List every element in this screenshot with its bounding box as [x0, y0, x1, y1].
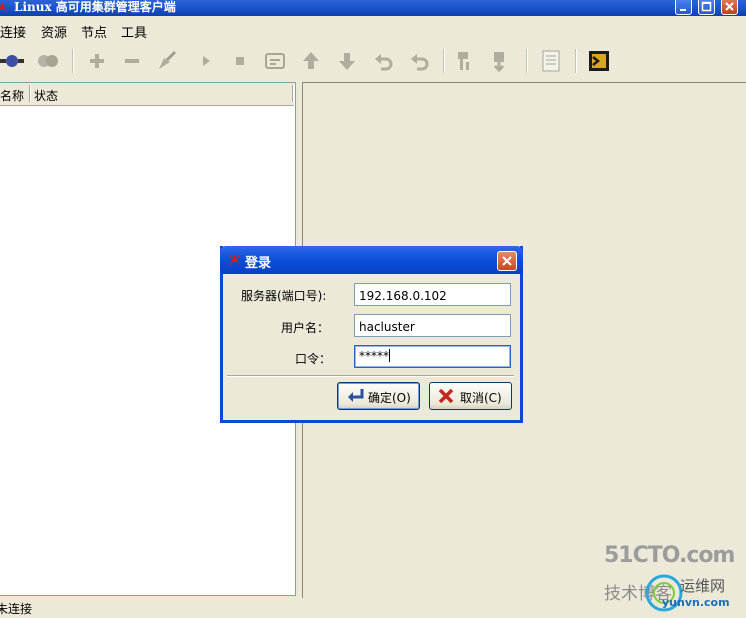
column-status-header[interactable]: 状态: [34, 87, 58, 104]
remove-icon: [125, 59, 139, 63]
menu-resource[interactable]: 资源: [41, 22, 67, 41]
watermark-51cto: 51CTO.com: [604, 543, 735, 568]
password-value: *****: [359, 349, 389, 363]
column-name-header[interactable]: 名称: [0, 87, 24, 104]
undo-button[interactable]: [373, 50, 395, 72]
standby-node-button[interactable]: [455, 50, 477, 72]
connect-button[interactable]: [0, 50, 24, 72]
username-input[interactable]: [354, 314, 511, 337]
password-input[interactable]: *****: [354, 345, 511, 368]
server-input[interactable]: [354, 283, 511, 306]
login-dialog: 登录 服务器(端口号): 用户名： 口令： ***** 确定(O) 取消(C): [220, 246, 523, 423]
add-icon: [90, 54, 104, 68]
properties-button[interactable]: [264, 50, 286, 72]
dialog-titlebar[interactable]: 登录: [220, 246, 523, 274]
window-titlebar[interactable]: Linux 高可用集群管理客户端: [0, 0, 746, 16]
column-divider[interactable]: [292, 85, 294, 102]
close-icon: [502, 256, 512, 266]
server-label: 服务器(端口号):: [241, 289, 327, 303]
menu-bar: 连接 资源 节点 工具: [0, 19, 746, 41]
move-down-icon: [339, 53, 355, 70]
exit-icon: [589, 51, 609, 71]
dialog-close-button[interactable]: [497, 251, 517, 271]
stop-button[interactable]: [229, 50, 251, 72]
stop-icon: [236, 57, 244, 65]
watermark: 51CTO.com 技术博客 运维网 yunvn.com: [604, 543, 746, 618]
menu-connect[interactable]: 连接: [0, 22, 26, 41]
redo-button[interactable]: [409, 50, 431, 72]
password-label: 口令：: [295, 352, 332, 366]
dialog-separator: [227, 375, 514, 377]
app-icon: [229, 254, 241, 267]
cancel-icon: [438, 388, 454, 404]
app-icon: [0, 2, 7, 13]
exit-button[interactable]: [588, 50, 610, 72]
start-button[interactable]: [195, 50, 217, 72]
standby-node-icon: [458, 52, 469, 70]
menu-tools[interactable]: 工具: [121, 22, 147, 41]
status-text: 未连接: [0, 602, 33, 616]
toolbar: [0, 44, 746, 78]
cancel-button-label: 取消(C): [460, 391, 502, 405]
add-button[interactable]: [86, 50, 108, 72]
toolbar-separator: [575, 49, 577, 73]
move-down-button[interactable]: [336, 50, 358, 72]
undo-icon: [375, 54, 393, 71]
active-node-button[interactable]: [490, 50, 512, 72]
close-button[interactable]: [721, 0, 738, 15]
list-header: 名称 状态: [0, 83, 294, 106]
log-button[interactable]: [540, 50, 562, 72]
maximize-button[interactable]: [698, 0, 715, 15]
redo-icon: [411, 54, 429, 71]
active-node-icon: [493, 52, 505, 72]
move-up-icon: [303, 52, 319, 69]
text-caret: [389, 349, 390, 362]
move-up-button[interactable]: [300, 50, 322, 72]
disconnect-button[interactable]: [36, 50, 58, 72]
disconnect-icon: [38, 55, 58, 67]
dialog-title: 登录: [245, 256, 272, 271]
maximize-icon: [701, 1, 712, 12]
toolbar-separator: [443, 49, 445, 73]
window-title: Linux 高可用集群管理客户端: [14, 0, 176, 14]
confirm-icon: [348, 389, 364, 402]
toolbar-separator: [526, 49, 528, 73]
log-icon: [542, 50, 560, 72]
cleanup-button[interactable]: [156, 50, 178, 72]
cleanup-icon: [159, 50, 177, 69]
start-icon: [203, 56, 210, 66]
watermark-yunwei: 运维网: [680, 577, 726, 595]
close-icon: [725, 2, 734, 11]
username-label: 用户名：: [281, 321, 330, 335]
ok-button-label: 确定(O): [368, 391, 411, 405]
properties-icon: [265, 53, 285, 69]
connect-icon: [0, 55, 24, 67]
watermark-url: yunvn.com: [662, 596, 730, 609]
toolbar-separator: [72, 49, 74, 73]
cancel-button[interactable]: 取消(C): [429, 382, 512, 410]
column-divider[interactable]: [29, 85, 31, 102]
menu-node[interactable]: 节点: [81, 22, 107, 41]
minimize-icon: [680, 9, 686, 11]
minimize-button[interactable]: [675, 0, 692, 15]
ok-button[interactable]: 确定(O): [337, 382, 420, 410]
remove-button[interactable]: [121, 50, 143, 72]
